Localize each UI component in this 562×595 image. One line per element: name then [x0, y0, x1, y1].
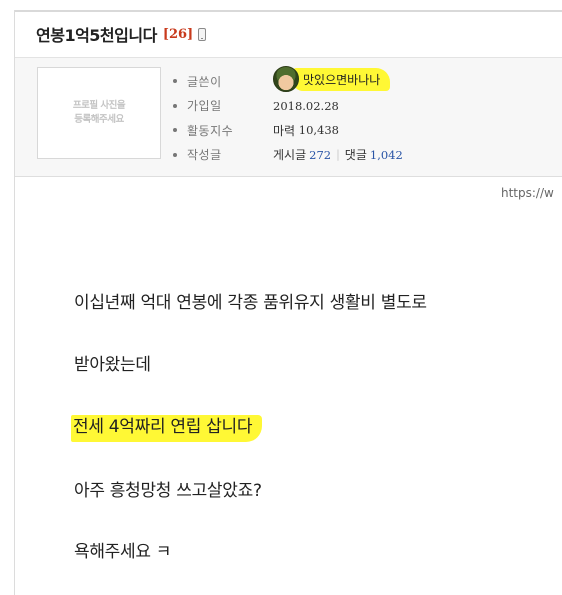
info-row-posts: 작성글 게시글 272 | 댓글 1,042: [173, 143, 403, 168]
post-title: 연봉1억5천입니다: [36, 26, 157, 45]
count-separator: |: [336, 148, 340, 162]
posts-count[interactable]: 272: [309, 148, 331, 162]
author-nickname[interactable]: 맛있으면바나나: [293, 67, 391, 91]
activity-label: 활동지수: [187, 123, 234, 138]
bullet-icon: [173, 103, 177, 108]
bullet-icon: [173, 128, 177, 133]
post-header: 연봉1억5천입니다 [26]: [36, 22, 207, 46]
profile-photo-placeholder: 프로필 사진을 등록해주세요: [37, 67, 161, 159]
author-info-list: 글쓴이 맛있으면바나나 가입일 2018.02.28 활동지수 마력 10,43…: [173, 66, 403, 168]
body-line-2: 받아왔는데: [74, 355, 151, 375]
body-line-3-highlighted: 전세 4억짜리 연립 삽니다: [71, 412, 263, 442]
activity-score: 10,438: [298, 123, 339, 138]
body-line-5: 욕해주세요 ㅋ: [74, 542, 172, 562]
posts-count-label[interactable]: 게시글: [273, 146, 306, 163]
comments-count[interactable]: 1,042: [370, 148, 403, 162]
joined-label: 가입일: [187, 99, 222, 114]
top-border: [14, 10, 562, 12]
writer-label: 글쓴이: [187, 74, 222, 89]
user-avatar-icon: [273, 66, 299, 93]
highlighted-text: 전세 4억짜리 연립 삽니다: [71, 415, 263, 442]
mobile-phone-icon: [198, 27, 207, 41]
posts-label: 작성글: [187, 148, 222, 163]
body-line-1: 이십년째 억대 연봉에 각종 품위유지 생활비 별도로: [74, 293, 427, 313]
comments-count-label[interactable]: 댓글: [345, 146, 367, 163]
source-url-link[interactable]: https://w: [501, 186, 562, 200]
bullet-icon: [173, 152, 177, 157]
bullet-icon: [173, 79, 177, 84]
body-line-4: 아주 흥청망청 쓰고살았죠?: [74, 481, 262, 501]
activity-value: 마력 10,438: [273, 122, 339, 139]
comment-count-link[interactable]: [26]: [163, 27, 193, 42]
author-nickname-link[interactable]: 맛있으면바나나: [273, 66, 391, 93]
info-row-writer: 글쓴이 맛있으면바나나: [173, 66, 403, 94]
activity-prefix: 마력: [273, 123, 296, 138]
posts-value: 게시글 272 | 댓글 1,042: [273, 146, 403, 163]
joined-date: 2018.02.28: [273, 98, 339, 113]
profile-placeholder-text: 프로필 사진을 등록해주세요: [72, 100, 126, 125]
info-row-joined: 가입일 2018.02.28: [173, 94, 403, 119]
info-row-activity: 활동지수 마력 10,438: [173, 118, 403, 143]
